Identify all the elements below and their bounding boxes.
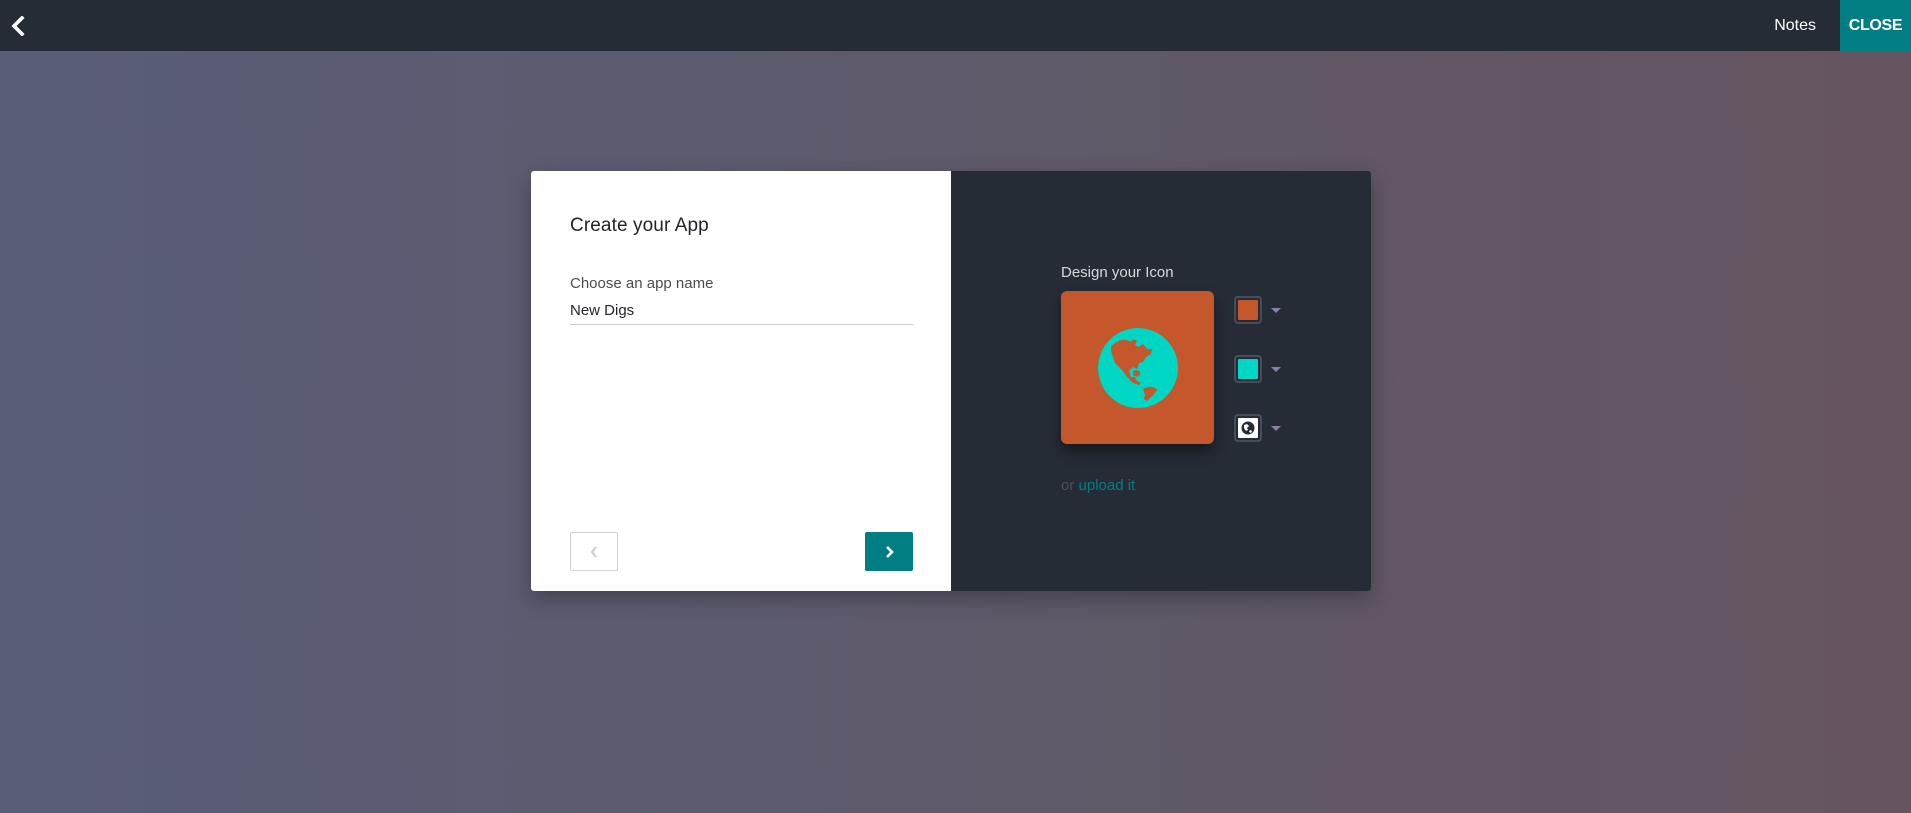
icon-glyph-swatch[interactable]: [1234, 414, 1262, 442]
icon-design-panel: Design your Icon or upload it: [951, 171, 1371, 591]
icon-glyph-fill: [1238, 418, 1258, 438]
chevron-left-icon: [590, 545, 597, 558]
design-icon-title: Design your Icon: [1061, 264, 1174, 281]
navbar-actions: Notes CLOSE: [1750, 0, 1911, 51]
previous-button[interactable]: [570, 532, 618, 571]
icon-glyph-picker[interactable]: [1234, 414, 1281, 442]
notes-link[interactable]: Notes: [1750, 0, 1840, 51]
chevron-left-icon: [11, 15, 25, 36]
background-color-swatch[interactable]: [1234, 296, 1262, 324]
globe-americas-icon: [1097, 327, 1178, 408]
upload-icon-line: or upload it: [1061, 477, 1135, 494]
upload-prefix: or: [1061, 477, 1075, 494]
globe-icon: [1241, 421, 1255, 435]
icon-color-swatch[interactable]: [1234, 355, 1262, 383]
caret-down-icon: [1271, 425, 1281, 431]
close-button[interactable]: CLOSE: [1840, 0, 1911, 51]
create-app-dialog: Create your App Choose an app name Desig…: [531, 171, 1371, 591]
next-button[interactable]: [865, 532, 913, 571]
back-button[interactable]: [0, 0, 38, 51]
caret-down-icon: [1271, 307, 1281, 313]
background-color-fill: [1238, 300, 1258, 320]
app-name-input[interactable]: [570, 302, 913, 325]
dialog-title: Create your App: [570, 215, 709, 236]
icon-color-fill: [1238, 359, 1258, 379]
app-name-label: Choose an app name: [570, 275, 714, 292]
app-name-panel: Create your App Choose an app name: [531, 171, 951, 591]
background-color-picker[interactable]: [1234, 296, 1281, 324]
app-icon-preview: [1061, 291, 1214, 444]
chevron-right-icon: [885, 545, 894, 558]
icon-color-picker[interactable]: [1234, 355, 1281, 383]
top-navbar: Notes CLOSE: [0, 0, 1911, 51]
upload-icon-link[interactable]: upload it: [1079, 477, 1136, 494]
caret-down-icon: [1271, 366, 1281, 372]
